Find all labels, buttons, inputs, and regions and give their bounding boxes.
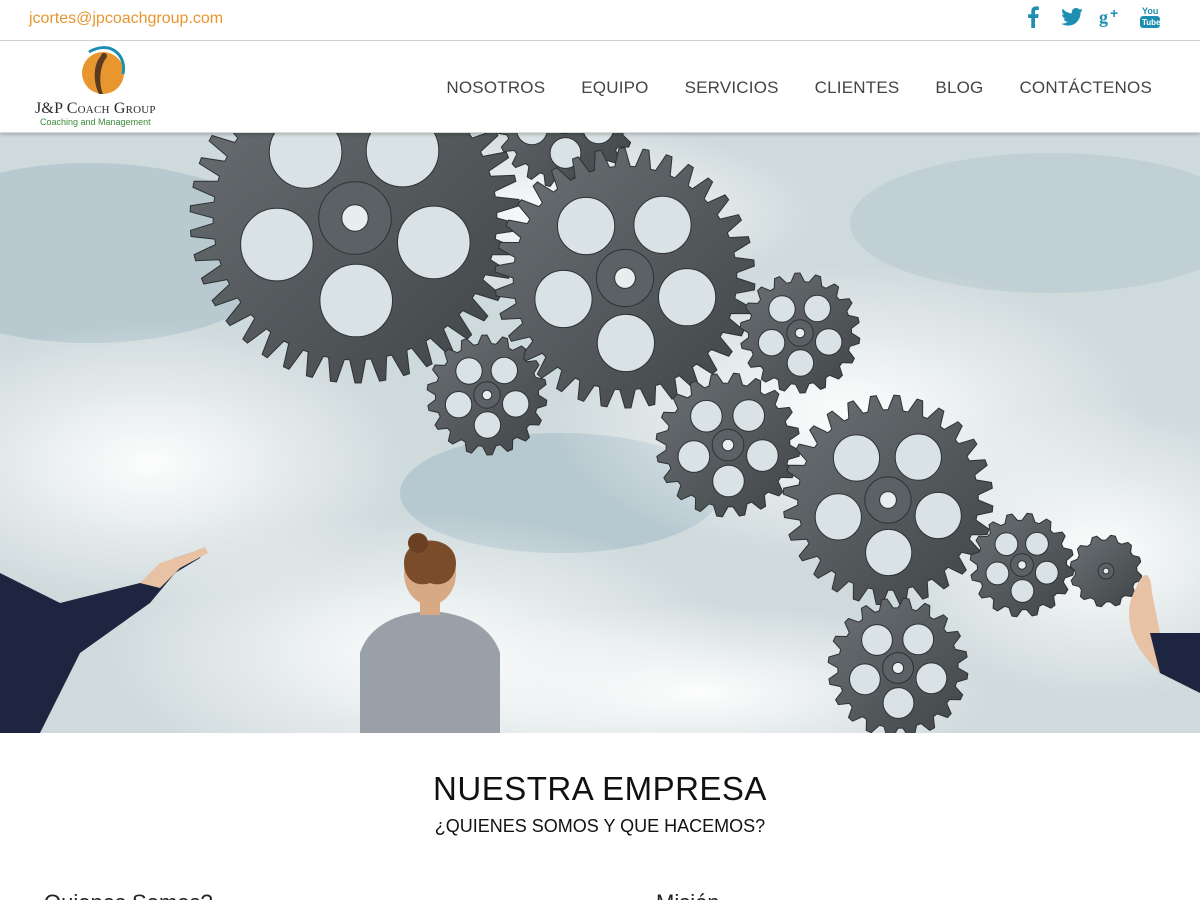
logo-mark-icon	[82, 46, 126, 94]
gear-shape	[782, 394, 994, 606]
logo-brand-text: J&P Coach Group	[35, 100, 156, 118]
youtube-icon[interactable]: You Tube	[1138, 5, 1162, 29]
quienes-somos-heading: Quienes Somos?	[44, 890, 213, 900]
facebook-icon[interactable]	[1021, 5, 1045, 29]
site-logo[interactable]: J&P Coach Group Coaching and Management	[33, 44, 173, 130]
main-navigation: NOSOTROS EQUIPO SERVICIOS CLIENTES BLOG …	[446, 78, 1152, 98]
gear-shape	[655, 372, 801, 518]
svg-text:You: You	[1142, 6, 1158, 16]
nav-item-contactenos[interactable]: CONTÁCTENOS	[1019, 78, 1152, 98]
gears-illustration	[0, 133, 1200, 733]
nav-item-nosotros[interactable]: NOSOTROS	[446, 78, 545, 98]
site-header: J&P Coach Group Coaching and Management …	[0, 42, 1200, 133]
logo-brand-prefix: J&P	[35, 100, 63, 117]
hero-banner-image	[0, 133, 1200, 733]
logo-tagline: Coaching and Management	[40, 117, 151, 127]
nav-item-equipo[interactable]: EQUIPO	[581, 78, 648, 98]
mision-heading: Misión	[656, 890, 720, 900]
svg-text:g: g	[1099, 7, 1108, 27]
contact-email-link[interactable]: jcortes@jpcoachgroup.com	[29, 10, 223, 28]
section-title: NUESTRA EMPRESA	[433, 770, 767, 807]
section-subtitle: ¿QUIENES SOMOS Y QUE HACEMOS?	[434, 816, 766, 836]
top-bar: jcortes@jpcoachgroup.com g + You Tube	[0, 0, 1200, 41]
logo-brand-name: Coach Group	[66, 100, 156, 117]
nav-item-clientes[interactable]: CLIENTES	[815, 78, 900, 98]
twitter-icon[interactable]	[1060, 5, 1084, 29]
google-plus-icon[interactable]: g +	[1099, 5, 1123, 29]
social-links: g + You Tube	[1021, 5, 1162, 29]
svg-text:+: +	[1110, 7, 1118, 21]
svg-text:Tube: Tube	[1142, 18, 1161, 27]
nav-item-servicios[interactable]: SERVICIOS	[685, 78, 779, 98]
gear-shape	[1069, 534, 1143, 608]
nav-item-blog[interactable]: BLOG	[935, 78, 983, 98]
